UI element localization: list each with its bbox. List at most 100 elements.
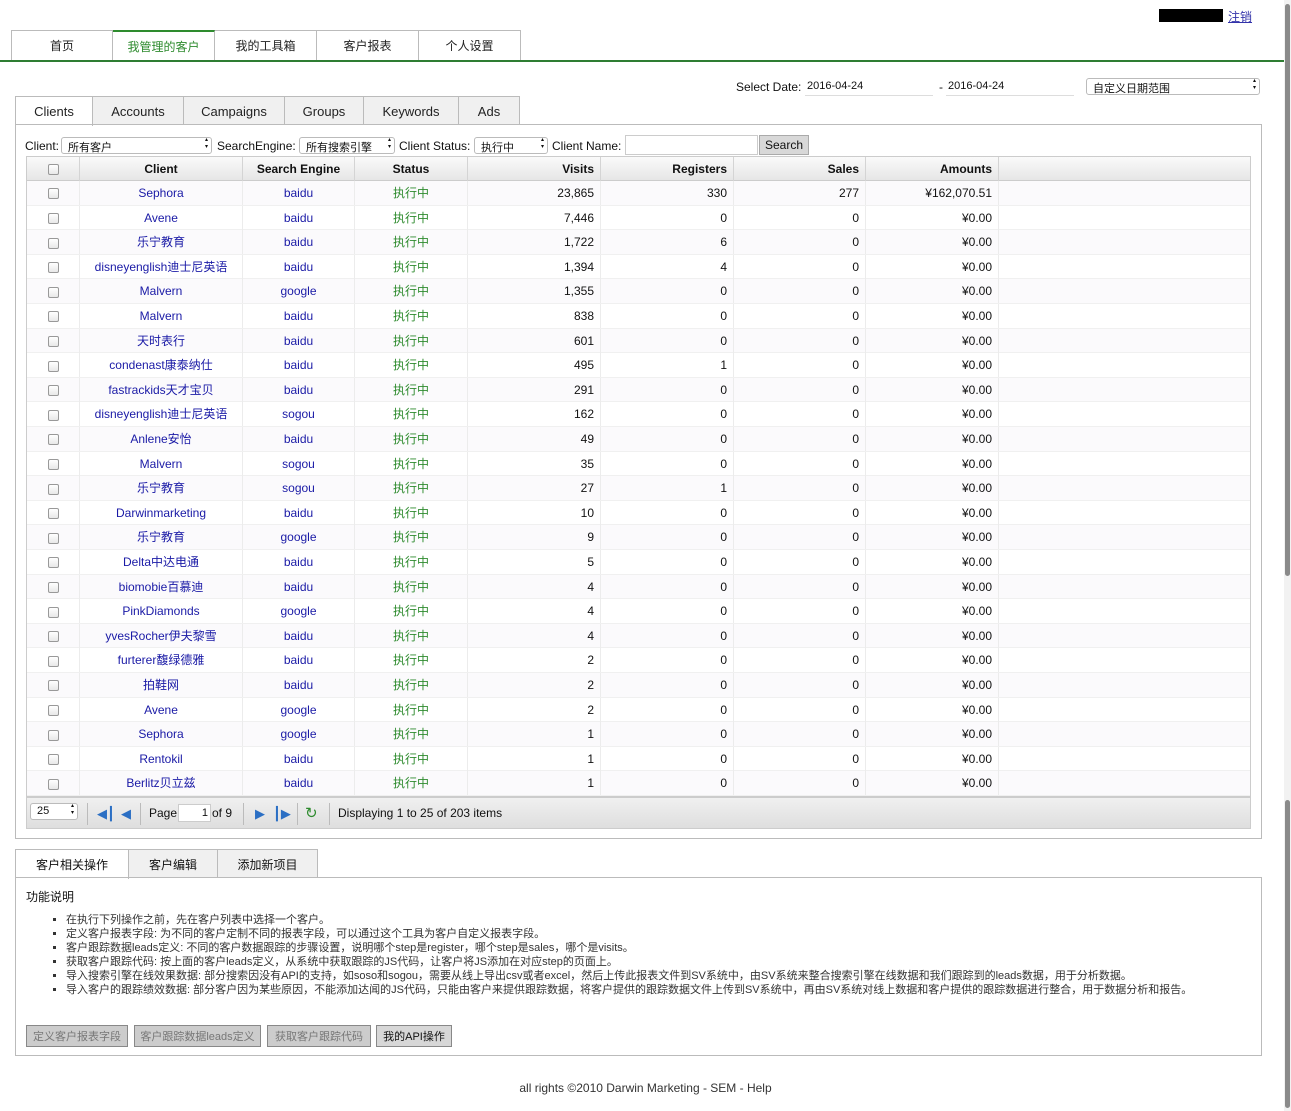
- logout-link[interactable]: 注销: [1228, 8, 1252, 25]
- define-leads-button[interactable]: 客户跟踪数据leads定义: [134, 1025, 261, 1047]
- client-name-cell[interactable]: disneyenglish迪士尼英语: [80, 254, 243, 279]
- client-name-cell[interactable]: biomobie百慕迪: [80, 574, 243, 599]
- scrollbar-thumb[interactable]: [1285, 4, 1290, 576]
- row-checkbox[interactable]: [47, 409, 59, 421]
- row-checkbox-cell[interactable]: [27, 402, 80, 427]
- row-checkbox[interactable]: [47, 360, 59, 372]
- row-checkbox-cell[interactable]: [27, 722, 80, 747]
- topnav-toolbox[interactable]: 我的工具箱: [215, 30, 317, 60]
- row-checkbox[interactable]: [47, 458, 59, 470]
- row-checkbox-cell[interactable]: [27, 599, 80, 624]
- row-checkbox[interactable]: [47, 754, 59, 766]
- search-engine-select[interactable]: 所有搜索引擎: [299, 137, 395, 154]
- tab-clients[interactable]: Clients: [15, 96, 93, 126]
- client-name-cell[interactable]: Avene: [80, 697, 243, 722]
- table-row[interactable]: Sephora google 执行中 1 0 0 ¥0.00: [27, 722, 1250, 747]
- row-checkbox-cell[interactable]: [27, 427, 80, 451]
- table-row[interactable]: 拍鞋网 baidu 执行中 2 0 0 ¥0.00: [27, 673, 1250, 698]
- tab-ads[interactable]: Ads: [459, 96, 520, 125]
- table-row[interactable]: Malvern sogou 执行中 35 0 0 ¥0.00: [27, 451, 1250, 477]
- prev-page-icon[interactable]: ◀: [121, 806, 131, 822]
- client-name-cell[interactable]: Delta中达电通: [80, 550, 243, 574]
- client-name-cell[interactable]: Malvern: [80, 279, 243, 304]
- table-row[interactable]: 乐宁教育 google 执行中 9 0 0 ¥0.00: [27, 525, 1250, 550]
- row-checkbox[interactable]: [47, 680, 59, 692]
- table-row[interactable]: Avene google 执行中 2 0 0 ¥0.00: [27, 697, 1250, 723]
- row-checkbox-cell[interactable]: [27, 771, 80, 796]
- client-status-select[interactable]: 执行中: [474, 137, 548, 154]
- scrollbar-thumb-lower[interactable]: [1285, 800, 1290, 1108]
- client-name-cell[interactable]: 天时表行: [80, 328, 243, 353]
- col-status[interactable]: Status: [355, 157, 468, 181]
- row-checkbox-cell[interactable]: [27, 230, 80, 255]
- table-row[interactable]: disneyenglish迪士尼英语 baidu 执行中 1,394 4 0 ¥0.00: [27, 254, 1250, 280]
- col-registers[interactable]: Registers: [601, 157, 734, 181]
- client-name-cell[interactable]: 乐宁教育: [80, 525, 243, 550]
- col-visits[interactable]: Visits: [468, 157, 601, 181]
- row-checkbox-cell[interactable]: [27, 451, 80, 476]
- client-name-cell[interactable]: Darwinmarketing: [80, 500, 243, 525]
- row-checkbox[interactable]: [47, 483, 59, 495]
- client-name-cell[interactable]: Rentokil: [80, 746, 243, 771]
- topnav-client-reports[interactable]: 客户报表: [317, 30, 419, 60]
- tab-groups[interactable]: Groups: [285, 96, 364, 125]
- row-checkbox-cell[interactable]: [27, 328, 80, 353]
- col-sales[interactable]: Sales: [734, 157, 866, 181]
- client-name-cell[interactable]: yvesRocher伊夫黎雪: [80, 623, 243, 648]
- row-checkbox-cell[interactable]: [27, 254, 80, 279]
- topnav-home[interactable]: 首页: [11, 30, 113, 60]
- row-checkbox-cell[interactable]: [27, 377, 80, 402]
- table-row[interactable]: Avene baidu 执行中 7,446 0 0 ¥0.00: [27, 205, 1250, 231]
- client-name-input[interactable]: [625, 135, 758, 155]
- row-checkbox-cell[interactable]: [27, 525, 80, 550]
- client-name-cell[interactable]: Anlene安怡: [80, 427, 243, 451]
- topnav-my-clients[interactable]: 我管理的客户: [113, 30, 215, 60]
- row-checkbox-cell[interactable]: [27, 279, 80, 304]
- table-row[interactable]: PinkDiamonds google 执行中 4 0 0 ¥0.00: [27, 599, 1250, 624]
- client-name-cell[interactable]: Malvern: [80, 304, 243, 328]
- first-page-icon[interactable]: ◀┃: [97, 806, 115, 822]
- row-checkbox[interactable]: [47, 729, 59, 741]
- define-report-fields-button[interactable]: 定义客户报表字段: [26, 1025, 128, 1047]
- row-checkbox[interactable]: [47, 532, 59, 544]
- client-name-cell[interactable]: PinkDiamonds: [80, 599, 243, 624]
- table-row[interactable]: Anlene安怡 baidu 执行中 49 0 0 ¥0.00: [27, 427, 1250, 452]
- client-name-cell[interactable]: 拍鞋网: [80, 673, 243, 697]
- client-name-cell[interactable]: Berlitz贝立兹: [80, 771, 243, 796]
- row-checkbox[interactable]: [47, 335, 59, 347]
- table-row[interactable]: Malvern google 执行中 1,355 0 0 ¥0.00: [27, 279, 1250, 304]
- client-name-cell[interactable]: Sephora: [80, 722, 243, 747]
- table-row[interactable]: 天时表行 baidu 执行中 601 0 0 ¥0.00: [27, 328, 1250, 354]
- row-checkbox-cell[interactable]: [27, 746, 80, 771]
- table-row[interactable]: 乐宁教育 baidu 执行中 1,722 6 0 ¥0.00: [27, 230, 1250, 255]
- client-name-cell[interactable]: furterer馥绿德雅: [80, 648, 243, 673]
- row-checkbox-cell[interactable]: [27, 353, 80, 378]
- tab-client-operations[interactable]: 客户相关操作: [15, 849, 129, 879]
- last-page-icon[interactable]: ┃▶: [273, 806, 291, 822]
- row-checkbox[interactable]: [47, 557, 59, 569]
- date-from-input[interactable]: 2016-04-24: [805, 78, 933, 96]
- client-select[interactable]: 所有客户: [61, 137, 212, 154]
- row-checkbox-cell[interactable]: [27, 304, 80, 328]
- client-name-cell[interactable]: disneyenglish迪士尼英语: [80, 402, 243, 427]
- select-all-cell[interactable]: [27, 157, 80, 181]
- tab-campaigns[interactable]: Campaigns: [184, 96, 285, 125]
- client-name-cell[interactable]: Sephora: [80, 181, 243, 205]
- table-row[interactable]: biomobie百慕迪 baidu 执行中 4 0 0 ¥0.00: [27, 574, 1250, 600]
- page-number-input[interactable]: 1: [178, 804, 211, 822]
- row-checkbox-cell[interactable]: [27, 476, 80, 501]
- row-checkbox-cell[interactable]: [27, 205, 80, 230]
- client-name-cell[interactable]: 乐宁教育: [80, 230, 243, 255]
- page-size-select[interactable]: 25: [30, 803, 78, 820]
- row-checkbox[interactable]: [47, 188, 59, 200]
- row-checkbox[interactable]: [47, 311, 59, 323]
- tab-accounts[interactable]: Accounts: [93, 96, 184, 125]
- table-row[interactable]: disneyenglish迪士尼英语 sogou 执行中 162 0 0 ¥0.00: [27, 402, 1250, 427]
- col-search-engine[interactable]: Search Engine: [243, 157, 355, 181]
- tab-client-edit[interactable]: 客户编辑: [129, 849, 218, 878]
- row-checkbox-cell[interactable]: [27, 574, 80, 599]
- row-checkbox[interactable]: [47, 508, 59, 520]
- row-checkbox[interactable]: [47, 385, 59, 397]
- table-row[interactable]: Delta中达电通 baidu 执行中 5 0 0 ¥0.00: [27, 550, 1250, 575]
- client-name-cell[interactable]: Avene: [80, 205, 243, 230]
